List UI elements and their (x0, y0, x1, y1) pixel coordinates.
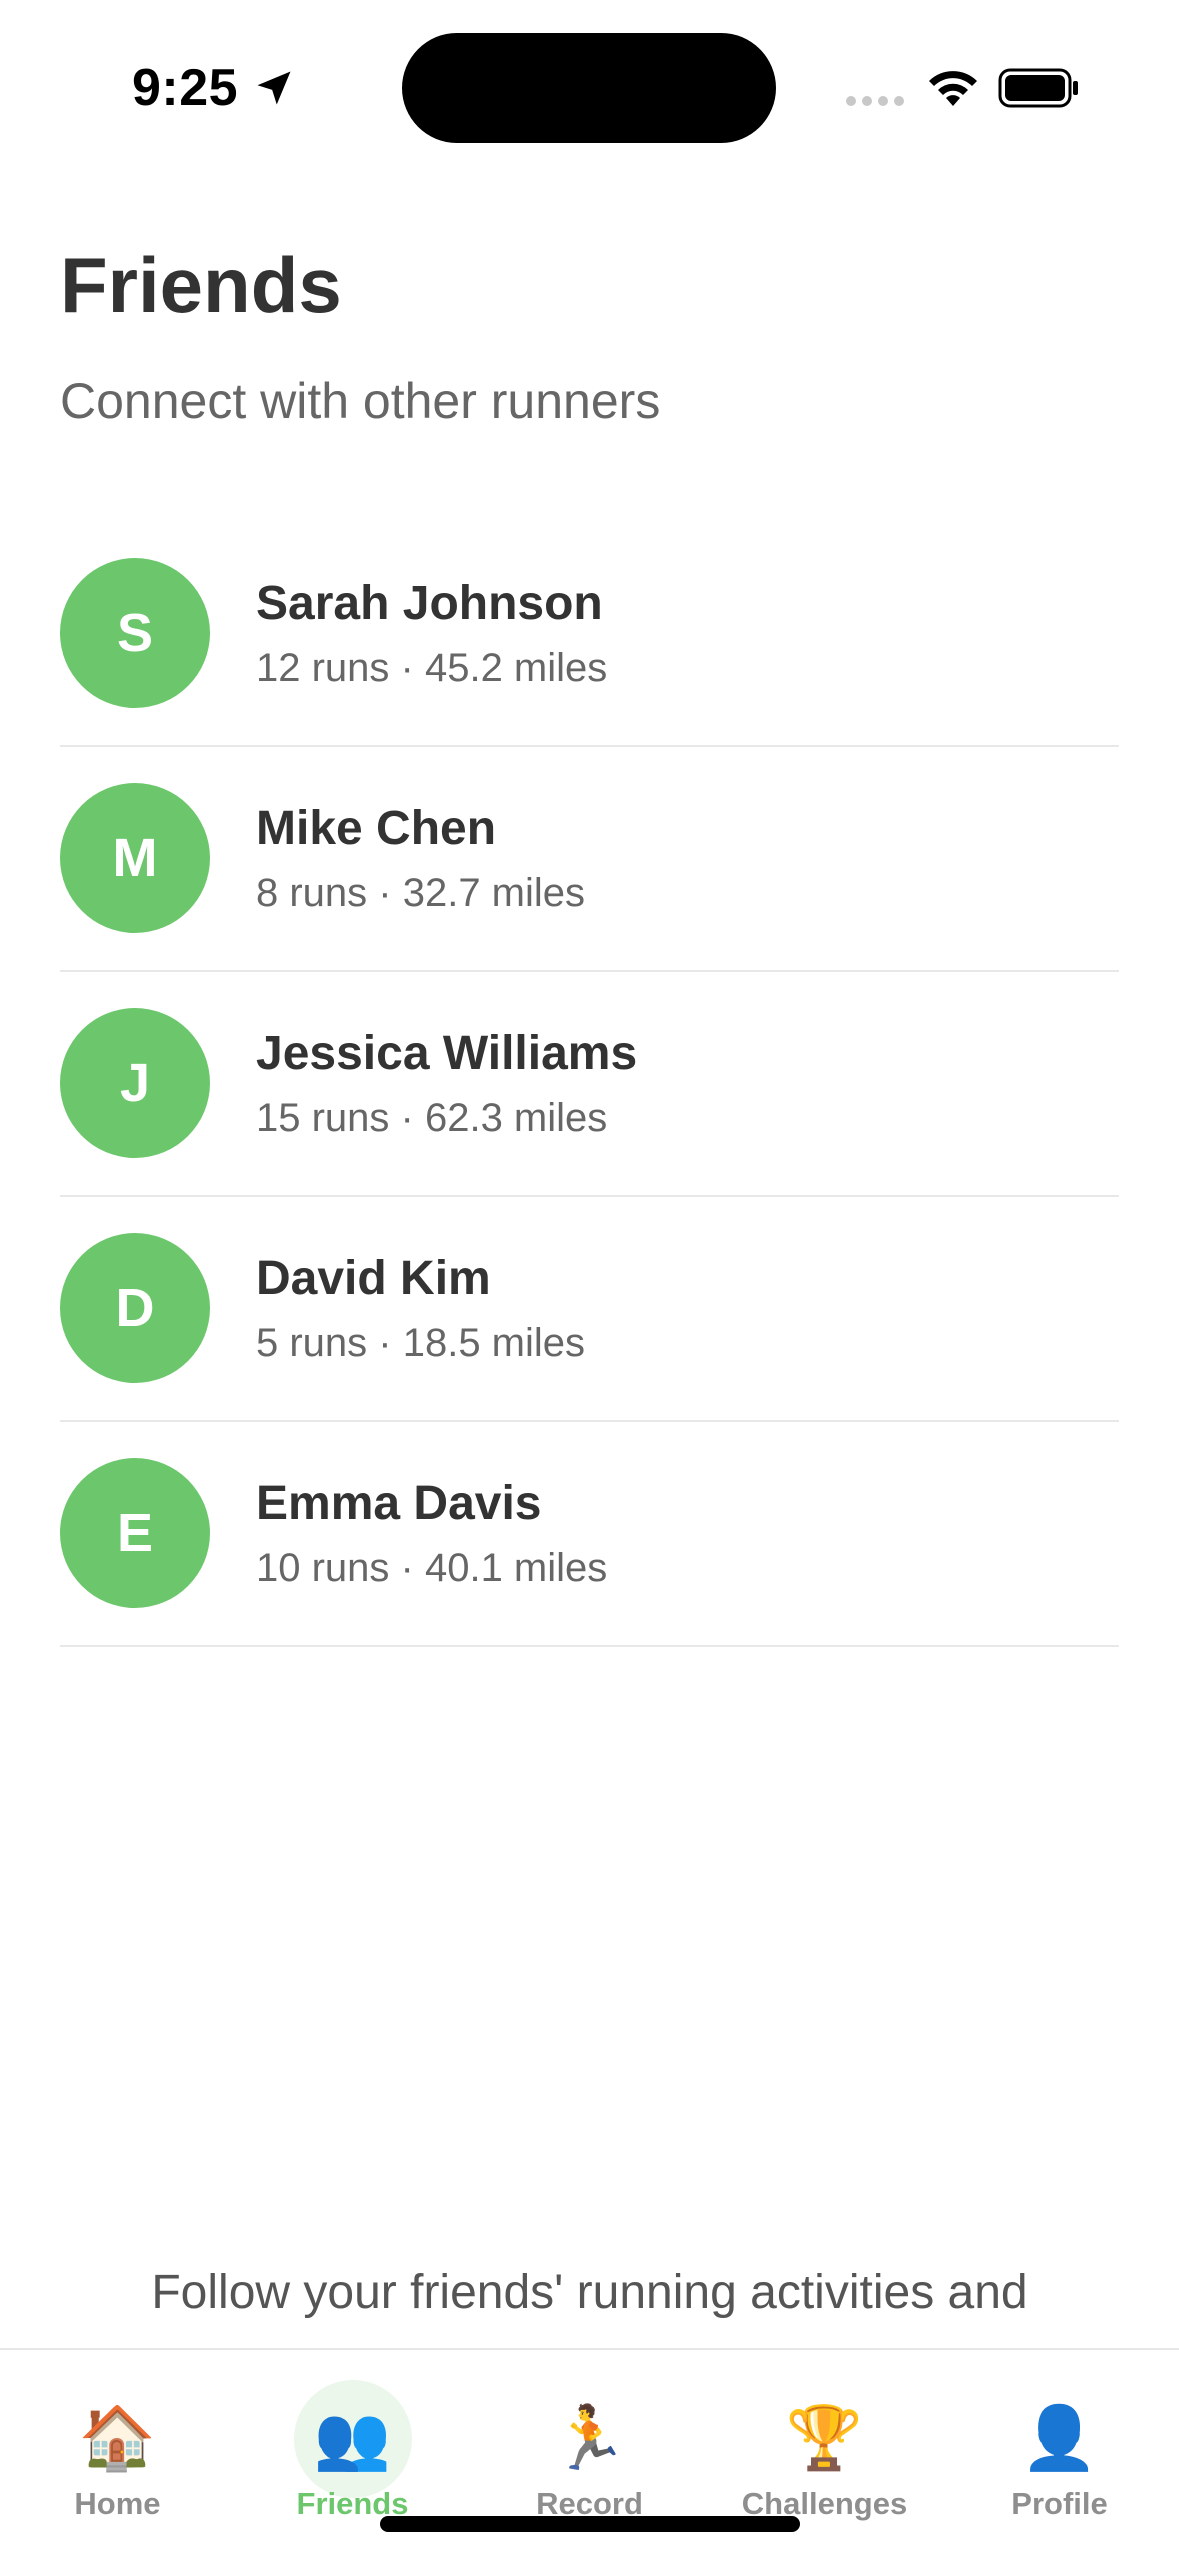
friend-row-sarah-johnson[interactable]: S Sarah Johnson 12 runs · 45.2 miles (60, 522, 1119, 747)
people-icon: 👥 (313, 2404, 392, 2473)
friend-stats: 12 runs · 45.2 miles (256, 646, 608, 690)
friend-name: Jessica Williams (256, 1027, 638, 1080)
friend-name: Sarah Johnson (256, 577, 603, 630)
status-time: 9:25 (132, 59, 239, 117)
footer-text: Follow your friends' running activities … (151, 2266, 1028, 2319)
person-icon: 👤 (1020, 2404, 1099, 2473)
cellular-signal-icon (846, 96, 904, 106)
location-arrow-icon (257, 71, 291, 105)
friend-row-jessica-williams[interactable]: J Jessica Williams 15 runs · 62.3 miles (60, 972, 1119, 1197)
friend-row-emma-davis[interactable]: E Emma Davis 10 runs · 40.1 miles (60, 1422, 1119, 1647)
friends-screen: 9:25 Friends Connect with other runners … (0, 0, 1179, 2556)
tab-label: Profile (1011, 2486, 1108, 2521)
status-bar: 9:25 (0, 0, 1179, 170)
friend-name: David Kim (256, 1252, 491, 1305)
friend-stats: 10 runs · 40.1 miles (256, 1546, 608, 1590)
home-indicator (380, 2516, 800, 2532)
tab-profile[interactable]: 👤 Profile (942, 2350, 1177, 2556)
runner-icon: 🏃 (550, 2404, 629, 2473)
friend-stats: 15 runs · 62.3 miles (256, 1096, 608, 1140)
avatar: D (60, 1233, 210, 1383)
trophy-icon: 🏆 (785, 2404, 864, 2473)
battery-icon (998, 68, 1078, 108)
friend-name: Mike Chen (256, 802, 497, 855)
avatar: M (60, 783, 210, 933)
dynamic-island (402, 33, 776, 143)
tab-label: Home (74, 2486, 161, 2521)
house-icon: 🏠 (78, 2404, 157, 2473)
avatar: S (60, 558, 210, 708)
friend-stats: 8 runs · 32.7 miles (256, 871, 586, 915)
page-title: Friends (60, 241, 342, 329)
friend-name: Emma Davis (256, 1477, 542, 1530)
wifi-icon (929, 71, 977, 106)
tab-home[interactable]: 🏠 Home (0, 2350, 235, 2556)
page-subtitle: Connect with other runners (60, 373, 661, 429)
friend-row-david-kim[interactable]: D David Kim 5 runs · 18.5 miles (60, 1197, 1119, 1422)
friend-list: S Sarah Johnson 12 runs · 45.2 miles M M… (60, 522, 1119, 1647)
friend-row-mike-chen[interactable]: M Mike Chen 8 runs · 32.7 miles (60, 747, 1119, 972)
friend-stats: 5 runs · 18.5 miles (256, 1321, 586, 1365)
avatar: E (60, 1458, 210, 1608)
avatar: J (60, 1008, 210, 1158)
